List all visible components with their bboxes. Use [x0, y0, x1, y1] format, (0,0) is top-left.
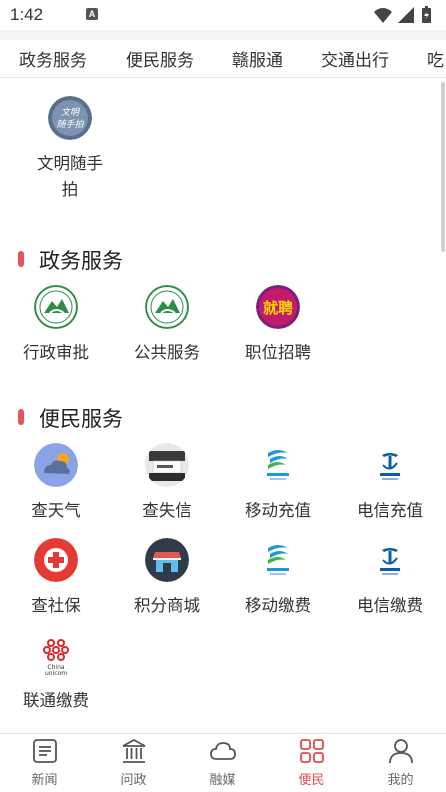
- service-label: 移动充值: [245, 502, 311, 520]
- nav-media[interactable]: 融媒: [178, 738, 267, 788]
- service-points-mall[interactable]: 积分商城: [111, 538, 223, 619]
- featured-civilization-photo[interactable]: 文明 随手拍 文明随手拍: [14, 96, 126, 203]
- civilization-photo-icon: 文明 随手拍: [48, 96, 92, 140]
- government-building-icon: [121, 738, 147, 764]
- gov-emblem-icon: [145, 285, 189, 329]
- status-icons: [372, 6, 438, 29]
- nav-inquiry[interactable]: 问政: [89, 738, 178, 788]
- signal-icon: [398, 7, 414, 23]
- china-mobile-icon: [256, 538, 300, 582]
- nav-convenience[interactable]: 便民: [267, 738, 356, 788]
- scrollbar[interactable]: [441, 82, 445, 252]
- cloud-icon: [209, 738, 236, 764]
- service-telecom-bill[interactable]: 电信缴费: [334, 538, 446, 619]
- svg-text:unicom: unicom: [45, 670, 67, 677]
- gov-emblem-icon: [34, 285, 78, 329]
- weather-icon: [34, 443, 78, 487]
- social-security-icon: [34, 538, 78, 582]
- category-tabs: 政务服务 便民服务 赣服通 交通出行 吃: [0, 30, 446, 78]
- section-title: 便民服务: [39, 408, 123, 431]
- tab-gov-services[interactable]: 政务服务: [19, 46, 87, 71]
- service-mobile-bill[interactable]: 移动缴费: [222, 538, 334, 619]
- china-telecom-icon: [368, 443, 412, 487]
- battery-icon: [422, 6, 431, 23]
- user-icon: [388, 738, 414, 764]
- service-label: 职位招聘: [245, 344, 311, 362]
- service-label: 公共服务: [134, 344, 200, 362]
- tab-food[interactable]: 吃: [427, 46, 444, 71]
- section-marker: [18, 409, 24, 425]
- service-label: 电信充值: [357, 502, 423, 520]
- service-social-security[interactable]: 查社保: [0, 538, 112, 619]
- nav-news[interactable]: 新闻: [0, 738, 89, 788]
- china-unicom-icon: China unicom: [34, 633, 78, 677]
- status-bar: 1:42 A: [0, 0, 446, 30]
- china-mobile-icon: [256, 443, 300, 487]
- section-title: 政务服务: [39, 250, 123, 273]
- service-label: 积分商城: [134, 597, 200, 615]
- nav-label: 新闻: [31, 772, 58, 787]
- service-label: 移动缴费: [245, 597, 311, 615]
- points-mall-icon: [145, 538, 189, 582]
- credit-icon: [145, 443, 189, 487]
- nav-label: 融媒: [209, 772, 236, 787]
- notification-icon: A: [86, 8, 98, 20]
- nav-label: 问政: [120, 772, 147, 787]
- nav-label: 我的: [387, 772, 414, 787]
- section-marker: [18, 251, 24, 267]
- news-icon: [32, 738, 58, 764]
- recruit-icon: 就聘: [256, 285, 300, 329]
- service-label: 联通缴费: [23, 692, 89, 710]
- svg-text:就聘: 就聘: [263, 299, 293, 317]
- china-telecom-icon: [368, 538, 412, 582]
- service-label: 查失信: [142, 502, 192, 520]
- service-label: 行政审批: [23, 344, 89, 362]
- status-time: 1:42: [10, 5, 44, 24]
- service-recruitment[interactable]: 就聘 职位招聘: [222, 285, 334, 366]
- bottom-nav: 新闻 问政 融媒 便民 我的: [0, 733, 446, 792]
- service-telecom-recharge[interactable]: 电信充值: [334, 443, 446, 524]
- service-credit[interactable]: 查失信: [111, 443, 223, 524]
- service-mobile-recharge[interactable]: 移动充值: [222, 443, 334, 524]
- tab-ganfutong[interactable]: 赣服通: [232, 46, 283, 71]
- service-label: 查社保: [31, 597, 81, 615]
- grid-icon: [299, 738, 325, 764]
- service-admin-approval[interactable]: 行政审批: [0, 285, 112, 366]
- tab-transport[interactable]: 交通出行: [321, 46, 389, 71]
- nav-label: 便民: [298, 772, 325, 787]
- svg-text:文明: 文明: [61, 107, 81, 118]
- featured-label: 文明随手拍: [37, 155, 103, 199]
- nav-profile[interactable]: 我的: [356, 738, 445, 788]
- wifi-icon: [374, 8, 392, 23]
- svg-text:随手拍: 随手拍: [56, 119, 84, 130]
- service-weather[interactable]: 查天气: [0, 443, 112, 524]
- service-public[interactable]: 公共服务: [111, 285, 223, 366]
- service-label: 查天气: [31, 502, 81, 520]
- service-label: 电信缴费: [357, 597, 423, 615]
- tab-convenience[interactable]: 便民服务: [126, 46, 194, 71]
- service-unicom-bill[interactable]: China unicom 联通缴费: [0, 633, 112, 714]
